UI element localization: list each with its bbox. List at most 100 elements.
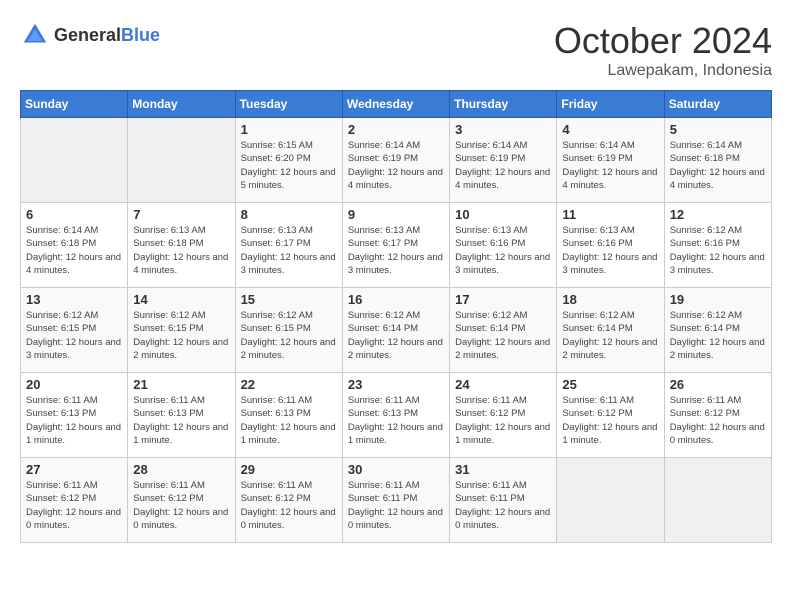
day-number: 10 xyxy=(455,207,551,222)
day-info: Sunrise: 6:11 AM Sunset: 6:13 PM Dayligh… xyxy=(348,394,444,447)
day-info: Sunrise: 6:11 AM Sunset: 6:11 PM Dayligh… xyxy=(348,479,444,532)
day-cell: 16Sunrise: 6:12 AM Sunset: 6:14 PM Dayli… xyxy=(342,288,449,373)
week-row-1: 1 Sunrise: 6:15 AM Sunset: 6:20 PM Daylig… xyxy=(21,118,772,203)
day-info: Sunrise: 6:11 AM Sunset: 6:13 PM Dayligh… xyxy=(133,394,229,447)
logo-blue: Blue xyxy=(121,25,160,45)
day-number: 18 xyxy=(562,292,658,307)
day-cell: 14 Sunrise: 6:12 AM Sunset: 6:15 PM Dayli… xyxy=(128,288,235,373)
day-cell: 15Sunrise: 6:12 AM Sunset: 6:15 PM Dayli… xyxy=(235,288,342,373)
day-info: Sunrise: 6:12 AM Sunset: 6:14 PM Dayligh… xyxy=(562,309,658,362)
day-cell: 19 Sunrise: 6:12 AM Sunset: 6:14 PM Dayli… xyxy=(664,288,771,373)
day-cell xyxy=(21,118,128,203)
day-number: 23 xyxy=(348,377,444,392)
day-number: 3 xyxy=(455,122,551,137)
day-info: Sunrise: 6:12 AM Sunset: 6:15 PM Dayligh… xyxy=(241,309,337,362)
day-number: 24 xyxy=(455,377,551,392)
day-info: Sunrise: 6:13 AM Sunset: 6:18 PM Dayligh… xyxy=(133,224,229,277)
day-number: 6 xyxy=(26,207,122,222)
day-cell: 9 Sunrise: 6:13 AM Sunset: 6:17 PM Daylig… xyxy=(342,203,449,288)
day-cell: 2Sunrise: 6:14 AM Sunset: 6:19 PM Daylig… xyxy=(342,118,449,203)
day-info: Sunrise: 6:12 AM Sunset: 6:16 PM Dayligh… xyxy=(670,224,766,277)
weekday-header-saturday: Saturday xyxy=(664,91,771,118)
logo-text: GeneralBlue xyxy=(54,25,160,46)
calendar-body: 1 Sunrise: 6:15 AM Sunset: 6:20 PM Daylig… xyxy=(21,118,772,543)
day-info: Sunrise: 6:12 AM Sunset: 6:15 PM Dayligh… xyxy=(133,309,229,362)
month-title: October 2024 xyxy=(554,20,772,62)
week-row-2: 6 Sunrise: 6:14 AM Sunset: 6:18 PM Daylig… xyxy=(21,203,772,288)
day-cell: 21 Sunrise: 6:11 AM Sunset: 6:13 PM Dayli… xyxy=(128,373,235,458)
day-info: Sunrise: 6:11 AM Sunset: 6:12 PM Dayligh… xyxy=(670,394,766,447)
weekday-header-thursday: Thursday xyxy=(450,91,557,118)
day-cell: 24Sunrise: 6:11 AM Sunset: 6:12 PM Dayli… xyxy=(450,373,557,458)
day-info: Sunrise: 6:11 AM Sunset: 6:12 PM Dayligh… xyxy=(133,479,229,532)
day-cell: 10 Sunrise: 6:13 AM Sunset: 6:16 PM Dayli… xyxy=(450,203,557,288)
weekday-header-wednesday: Wednesday xyxy=(342,91,449,118)
day-cell: 1 Sunrise: 6:15 AM Sunset: 6:20 PM Daylig… xyxy=(235,118,342,203)
day-number: 13 xyxy=(26,292,122,307)
day-cell: 3 Sunrise: 6:14 AM Sunset: 6:19 PM Daylig… xyxy=(450,118,557,203)
day-info: Sunrise: 6:11 AM Sunset: 6:12 PM Dayligh… xyxy=(241,479,337,532)
day-cell: 25 Sunrise: 6:11 AM Sunset: 6:12 PM Dayli… xyxy=(557,373,664,458)
day-number: 29 xyxy=(241,462,337,477)
day-number: 28 xyxy=(133,462,229,477)
day-number: 5 xyxy=(670,122,766,137)
day-info: Sunrise: 6:12 AM Sunset: 6:15 PM Dayligh… xyxy=(26,309,122,362)
day-info: Sunrise: 6:12 AM Sunset: 6:14 PM Dayligh… xyxy=(670,309,766,362)
day-cell: 5 Sunrise: 6:14 AM Sunset: 6:18 PM Daylig… xyxy=(664,118,771,203)
page-header: GeneralBlue October 2024 Lawepakam, Indo… xyxy=(20,20,772,80)
logo-general: General xyxy=(54,25,121,45)
day-number: 27 xyxy=(26,462,122,477)
day-cell xyxy=(557,458,664,543)
week-row-5: 27 Sunrise: 6:11 AM Sunset: 6:12 PM Dayli… xyxy=(21,458,772,543)
day-number: 9 xyxy=(348,207,444,222)
title-block: October 2024 Lawepakam, Indonesia xyxy=(554,20,772,80)
day-cell: 18 Sunrise: 6:12 AM Sunset: 6:14 PM Dayli… xyxy=(557,288,664,373)
day-cell: 8Sunrise: 6:13 AM Sunset: 6:17 PM Daylig… xyxy=(235,203,342,288)
day-info: Sunrise: 6:14 AM Sunset: 6:19 PM Dayligh… xyxy=(562,139,658,192)
day-number: 21 xyxy=(133,377,229,392)
day-info: Sunrise: 6:11 AM Sunset: 6:13 PM Dayligh… xyxy=(241,394,337,447)
weekday-header-sunday: Sunday xyxy=(21,91,128,118)
day-number: 22 xyxy=(241,377,337,392)
day-number: 19 xyxy=(670,292,766,307)
calendar-table: SundayMondayTuesdayWednesdayThursdayFrid… xyxy=(20,90,772,543)
day-cell: 27Sunrise: 6:11 AM Sunset: 6:12 PM Dayli… xyxy=(21,458,128,543)
day-info: Sunrise: 6:11 AM Sunset: 6:12 PM Dayligh… xyxy=(562,394,658,447)
day-info: Sunrise: 6:14 AM Sunset: 6:18 PM Dayligh… xyxy=(670,139,766,192)
day-cell: 4 Sunrise: 6:14 AM Sunset: 6:19 PM Daylig… xyxy=(557,118,664,203)
day-info: Sunrise: 6:13 AM Sunset: 6:16 PM Dayligh… xyxy=(455,224,551,277)
day-info: Sunrise: 6:15 AM Sunset: 6:20 PM Dayligh… xyxy=(241,139,337,192)
day-number: 31 xyxy=(455,462,551,477)
day-cell xyxy=(128,118,235,203)
day-number: 20 xyxy=(26,377,122,392)
location-title: Lawepakam, Indonesia xyxy=(554,62,772,80)
day-cell: 31 Sunrise: 6:11 AM Sunset: 6:11 PM Dayli… xyxy=(450,458,557,543)
day-cell: 11Sunrise: 6:13 AM Sunset: 6:16 PM Dayli… xyxy=(557,203,664,288)
week-row-4: 20 Sunrise: 6:11 AM Sunset: 6:13 PM Dayli… xyxy=(21,373,772,458)
day-number: 7 xyxy=(133,207,229,222)
day-cell: 6 Sunrise: 6:14 AM Sunset: 6:18 PM Daylig… xyxy=(21,203,128,288)
day-cell: 17Sunrise: 6:12 AM Sunset: 6:14 PM Dayli… xyxy=(450,288,557,373)
day-number: 14 xyxy=(133,292,229,307)
day-cell: 30Sunrise: 6:11 AM Sunset: 6:11 PM Dayli… xyxy=(342,458,449,543)
day-cell: 23 Sunrise: 6:11 AM Sunset: 6:13 PM Dayli… xyxy=(342,373,449,458)
day-info: Sunrise: 6:14 AM Sunset: 6:19 PM Dayligh… xyxy=(455,139,551,192)
day-cell: 26Sunrise: 6:11 AM Sunset: 6:12 PM Dayli… xyxy=(664,373,771,458)
calendar-header: SundayMondayTuesdayWednesdayThursdayFrid… xyxy=(21,91,772,118)
day-number: 4 xyxy=(562,122,658,137)
day-info: Sunrise: 6:14 AM Sunset: 6:18 PM Dayligh… xyxy=(26,224,122,277)
day-number: 17 xyxy=(455,292,551,307)
day-info: Sunrise: 6:11 AM Sunset: 6:13 PM Dayligh… xyxy=(26,394,122,447)
logo-icon xyxy=(20,20,50,50)
week-row-3: 13 Sunrise: 6:12 AM Sunset: 6:15 PM Dayli… xyxy=(21,288,772,373)
day-number: 25 xyxy=(562,377,658,392)
day-cell xyxy=(664,458,771,543)
day-info: Sunrise: 6:13 AM Sunset: 6:17 PM Dayligh… xyxy=(348,224,444,277)
day-info: Sunrise: 6:11 AM Sunset: 6:11 PM Dayligh… xyxy=(455,479,551,532)
weekday-header-monday: Monday xyxy=(128,91,235,118)
weekday-header-friday: Friday xyxy=(557,91,664,118)
weekday-header-tuesday: Tuesday xyxy=(235,91,342,118)
day-number: 1 xyxy=(241,122,337,137)
day-cell: 7 Sunrise: 6:13 AM Sunset: 6:18 PM Daylig… xyxy=(128,203,235,288)
logo: GeneralBlue xyxy=(20,20,160,50)
